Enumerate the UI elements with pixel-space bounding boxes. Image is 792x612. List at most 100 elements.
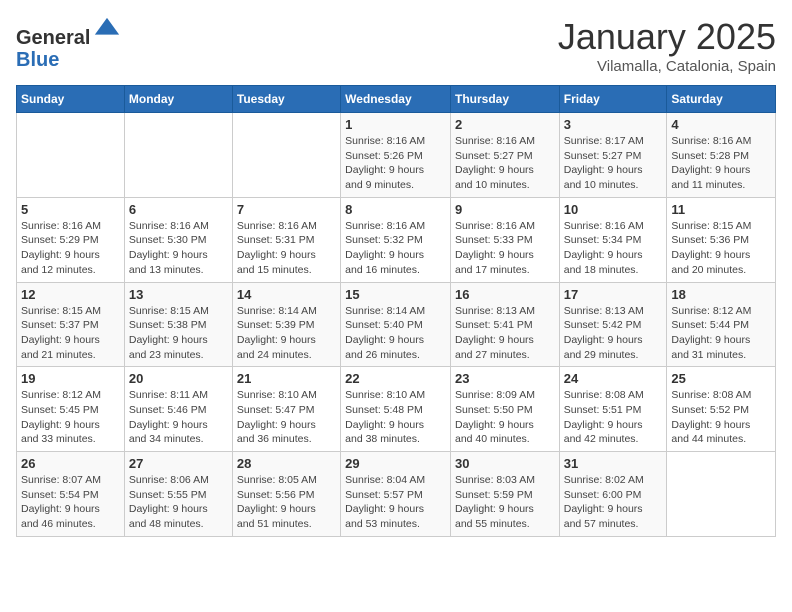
logo: General Blue <box>16 16 121 71</box>
logo-blue-text: Blue <box>16 49 59 71</box>
calendar-day-cell <box>232 113 340 198</box>
day-number: 21 <box>237 371 336 386</box>
logo-general-text: General <box>16 27 90 49</box>
day-number: 17 <box>564 287 663 302</box>
day-info: Sunrise: 8:14 AM Sunset: 5:40 PM Dayligh… <box>345 304 446 363</box>
day-info: Sunrise: 8:02 AM Sunset: 6:00 PM Dayligh… <box>564 473 663 532</box>
day-number: 11 <box>671 202 771 217</box>
day-number: 10 <box>564 202 663 217</box>
calendar-day-cell: 20Sunrise: 8:11 AM Sunset: 5:46 PM Dayli… <box>124 367 232 452</box>
day-number: 13 <box>129 287 228 302</box>
day-info: Sunrise: 8:16 AM Sunset: 5:27 PM Dayligh… <box>455 134 555 193</box>
day-number: 25 <box>671 371 771 386</box>
day-number: 2 <box>455 117 555 132</box>
day-info: Sunrise: 8:15 AM Sunset: 5:38 PM Dayligh… <box>129 304 228 363</box>
day-number: 15 <box>345 287 446 302</box>
calendar-day-cell: 9Sunrise: 8:16 AM Sunset: 5:33 PM Daylig… <box>450 197 559 282</box>
calendar-body: 1Sunrise: 8:16 AM Sunset: 5:26 PM Daylig… <box>17 113 776 537</box>
day-info: Sunrise: 8:10 AM Sunset: 5:48 PM Dayligh… <box>345 388 446 447</box>
weekday-header-cell: Wednesday <box>341 86 451 113</box>
calendar-day-cell: 6 Sunrise: 8:16 AM Sunset: 5:30 PM Daylig… <box>124 197 232 282</box>
day-info: Sunrise: 8:16 AM Sunset: 5:30 PM Dayligh… <box>129 219 228 278</box>
calendar-day-cell: 31 Sunrise: 8:02 AM Sunset: 6:00 PM Dayli… <box>559 452 667 537</box>
day-info: Sunrise: 8:13 AM Sunset: 5:42 PM Dayligh… <box>564 304 663 363</box>
calendar-day-cell: 16 Sunrise: 8:13 AM Sunset: 5:41 PM Dayli… <box>450 282 559 367</box>
page-header: General Blue January 2025 Vilamalla, Cat… <box>16 16 776 75</box>
weekday-header-cell: Tuesday <box>232 86 340 113</box>
calendar-day-cell: 30Sunrise: 8:03 AM Sunset: 5:59 PM Dayli… <box>450 452 559 537</box>
calendar-day-cell: 3Sunrise: 8:17 AM Sunset: 5:27 PM Daylig… <box>559 113 667 198</box>
day-info: Sunrise: 8:05 AM Sunset: 5:56 PM Dayligh… <box>237 473 336 532</box>
day-number: 8 <box>345 202 446 217</box>
calendar-week-row: 26Sunrise: 8:07 AM Sunset: 5:54 PM Dayli… <box>17 452 776 537</box>
day-info: Sunrise: 8:16 AM Sunset: 5:28 PM Dayligh… <box>671 134 771 193</box>
calendar-day-cell: 11 Sunrise: 8:15 AM Sunset: 5:36 PM Dayli… <box>667 197 776 282</box>
day-info: Sunrise: 8:15 AM Sunset: 5:37 PM Dayligh… <box>21 304 120 363</box>
day-info: Sunrise: 8:06 AM Sunset: 5:55 PM Dayligh… <box>129 473 228 532</box>
day-info: Sunrise: 8:16 AM Sunset: 5:33 PM Dayligh… <box>455 219 555 278</box>
calendar-week-row: 19Sunrise: 8:12 AM Sunset: 5:45 PM Dayli… <box>17 367 776 452</box>
location-subtitle: Vilamalla, Catalonia, Spain <box>558 58 776 75</box>
day-number: 6 <box>129 202 228 217</box>
day-number: 19 <box>21 371 120 386</box>
calendar-week-row: 12 Sunrise: 8:15 AM Sunset: 5:37 PM Dayli… <box>17 282 776 367</box>
day-info: Sunrise: 8:16 AM Sunset: 5:34 PM Dayligh… <box>564 219 663 278</box>
weekday-header-cell: Friday <box>559 86 667 113</box>
day-info: Sunrise: 8:16 AM Sunset: 5:26 PM Dayligh… <box>345 134 446 193</box>
calendar-day-cell: 29 Sunrise: 8:04 AM Sunset: 5:57 PM Dayli… <box>341 452 451 537</box>
day-number: 5 <box>21 202 120 217</box>
day-info: Sunrise: 8:16 AM Sunset: 5:29 PM Dayligh… <box>21 219 120 278</box>
calendar-day-cell: 27 Sunrise: 8:06 AM Sunset: 5:55 PM Dayli… <box>124 452 232 537</box>
calendar-day-cell: 21 Sunrise: 8:10 AM Sunset: 5:47 PM Dayli… <box>232 367 340 452</box>
day-number: 31 <box>564 456 663 471</box>
calendar-day-cell: 15 Sunrise: 8:14 AM Sunset: 5:40 PM Dayli… <box>341 282 451 367</box>
day-number: 12 <box>21 287 120 302</box>
day-number: 29 <box>345 456 446 471</box>
weekday-header-cell: Monday <box>124 86 232 113</box>
calendar-day-cell: 24Sunrise: 8:08 AM Sunset: 5:51 PM Dayli… <box>559 367 667 452</box>
calendar-day-cell: 1Sunrise: 8:16 AM Sunset: 5:26 PM Daylig… <box>341 113 451 198</box>
day-info: Sunrise: 8:15 AM Sunset: 5:36 PM Dayligh… <box>671 219 771 278</box>
day-info: Sunrise: 8:09 AM Sunset: 5:50 PM Dayligh… <box>455 388 555 447</box>
day-info: Sunrise: 8:03 AM Sunset: 5:59 PM Dayligh… <box>455 473 555 532</box>
calendar-week-row: 1Sunrise: 8:16 AM Sunset: 5:26 PM Daylig… <box>17 113 776 198</box>
day-info: Sunrise: 8:10 AM Sunset: 5:47 PM Dayligh… <box>237 388 336 447</box>
logo-icon <box>93 16 121 44</box>
day-info: Sunrise: 8:04 AM Sunset: 5:57 PM Dayligh… <box>345 473 446 532</box>
calendar-day-cell: 12 Sunrise: 8:15 AM Sunset: 5:37 PM Dayli… <box>17 282 125 367</box>
calendar-day-cell: 17 Sunrise: 8:13 AM Sunset: 5:42 PM Dayli… <box>559 282 667 367</box>
day-number: 23 <box>455 371 555 386</box>
day-info: Sunrise: 8:08 AM Sunset: 5:52 PM Dayligh… <box>671 388 771 447</box>
weekday-header-cell: Thursday <box>450 86 559 113</box>
calendar-day-cell: 14Sunrise: 8:14 AM Sunset: 5:39 PM Dayli… <box>232 282 340 367</box>
day-info: Sunrise: 8:12 AM Sunset: 5:44 PM Dayligh… <box>671 304 771 363</box>
calendar-day-cell <box>667 452 776 537</box>
day-info: Sunrise: 8:08 AM Sunset: 5:51 PM Dayligh… <box>564 388 663 447</box>
calendar-day-cell: 25 Sunrise: 8:08 AM Sunset: 5:52 PM Dayli… <box>667 367 776 452</box>
weekday-header-cell: Sunday <box>17 86 125 113</box>
day-number: 22 <box>345 371 446 386</box>
day-info: Sunrise: 8:11 AM Sunset: 5:46 PM Dayligh… <box>129 388 228 447</box>
calendar-day-cell: 10 Sunrise: 8:16 AM Sunset: 5:34 PM Dayli… <box>559 197 667 282</box>
title-section: January 2025 Vilamalla, Catalonia, Spain <box>558 16 776 75</box>
day-info: Sunrise: 8:14 AM Sunset: 5:39 PM Dayligh… <box>237 304 336 363</box>
calendar-day-cell: 13 Sunrise: 8:15 AM Sunset: 5:38 PM Dayli… <box>124 282 232 367</box>
calendar-table: SundayMondayTuesdayWednesdayThursdayFrid… <box>16 85 776 537</box>
day-info: Sunrise: 8:13 AM Sunset: 5:41 PM Dayligh… <box>455 304 555 363</box>
month-title: January 2025 <box>558 16 776 58</box>
calendar-day-cell <box>124 113 232 198</box>
calendar-day-cell: 19Sunrise: 8:12 AM Sunset: 5:45 PM Dayli… <box>17 367 125 452</box>
day-number: 26 <box>21 456 120 471</box>
weekday-header-row: SundayMondayTuesdayWednesdayThursdayFrid… <box>17 86 776 113</box>
day-number: 27 <box>129 456 228 471</box>
calendar-day-cell: 28 Sunrise: 8:05 AM Sunset: 5:56 PM Dayli… <box>232 452 340 537</box>
day-number: 16 <box>455 287 555 302</box>
calendar-day-cell <box>17 113 125 198</box>
calendar-day-cell: 5 Sunrise: 8:16 AM Sunset: 5:29 PM Daylig… <box>17 197 125 282</box>
day-number: 28 <box>237 456 336 471</box>
day-info: Sunrise: 8:16 AM Sunset: 5:32 PM Dayligh… <box>345 219 446 278</box>
weekday-header-cell: Saturday <box>667 86 776 113</box>
calendar-day-cell: 4Sunrise: 8:16 AM Sunset: 5:28 PM Daylig… <box>667 113 776 198</box>
calendar-day-cell: 26Sunrise: 8:07 AM Sunset: 5:54 PM Dayli… <box>17 452 125 537</box>
calendar-day-cell: 8 Sunrise: 8:16 AM Sunset: 5:32 PM Daylig… <box>341 197 451 282</box>
